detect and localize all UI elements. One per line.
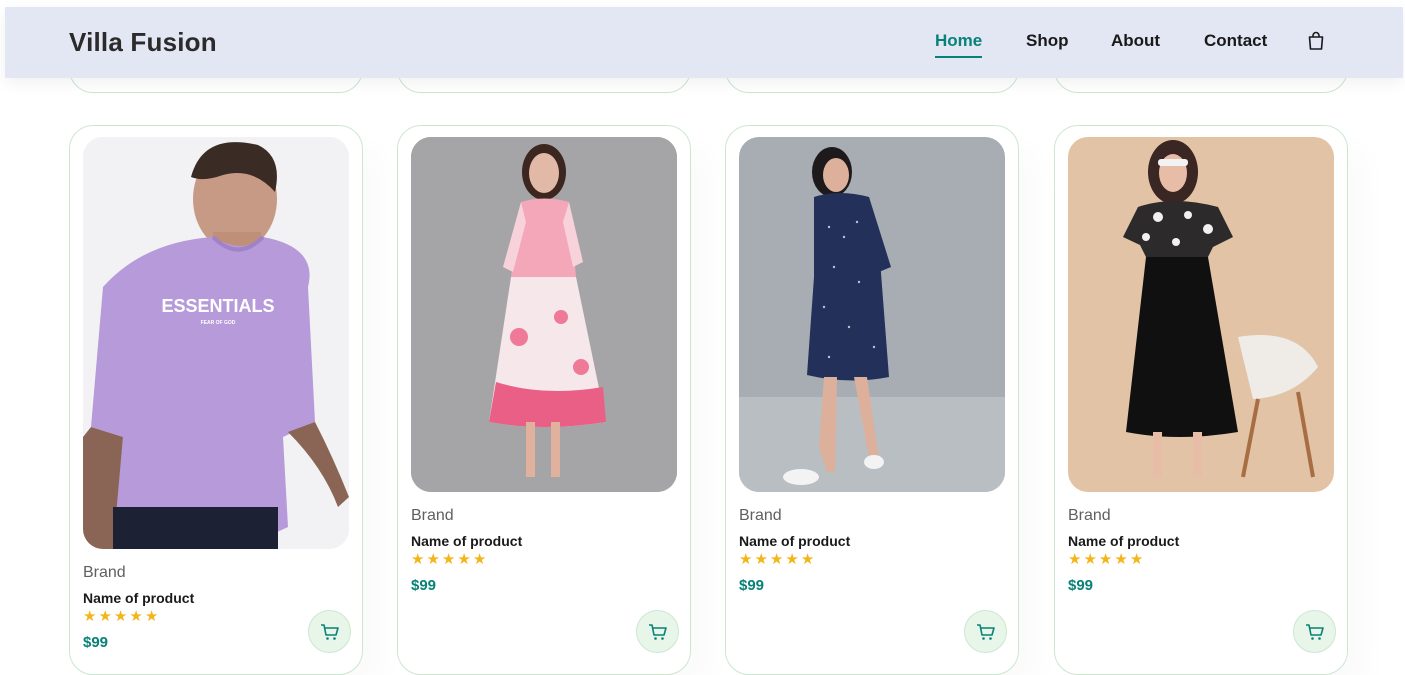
add-to-cart-button[interactable] [308,610,351,653]
top-navbar: Villa Fusion Home Shop About Contact [5,7,1403,78]
cart-icon [1305,623,1324,640]
nav-about[interactable]: About [1111,31,1160,51]
add-to-cart-button[interactable] [964,610,1007,653]
star-icon: ★ [83,608,97,625]
star-icon: ★ [1068,551,1082,568]
add-to-cart-button[interactable] [636,610,679,653]
product-brand: Brand [411,507,454,524]
product-card[interactable]: ESSENTIALS FEAR OF GOD Brand Name of pro… [69,125,363,675]
add-to-cart-button[interactable] [1293,610,1336,653]
product-name: Name of product [739,533,851,549]
nav-contact[interactable]: Contact [1204,31,1267,51]
star-icon: ★ [411,551,425,568]
product-description: Brand Name of product ★ ★ ★ ★ ★ $99 [411,507,522,594]
product-rating: ★ ★ ★ ★ ★ [411,552,522,568]
product-card[interactable]: Brand Name of product ★ ★ ★ ★ ★ $99 [1054,125,1348,675]
star-icon: ★ [113,608,128,625]
product-description: Brand Name of product ★ ★ ★ ★ ★ $99 [83,564,194,651]
shirt-print-subtext: FEAR OF GOD [201,320,236,326]
product-name: Name of product [411,533,523,549]
product-card[interactable]: Brand Name of product ★ ★ ★ ★ ★ $99 [397,125,691,675]
nav-home[interactable]: Home [935,31,983,58]
shirt-print-text: ESSENTIALS [161,296,274,316]
cart-icon [320,623,339,640]
star-icon: ★ [129,608,143,625]
star-icon: ★ [739,551,753,568]
product-image[interactable] [739,137,1005,492]
product-description: Brand Name of product ★ ★ ★ ★ ★ $99 [739,507,850,594]
product-price: $99 [739,577,765,594]
star-icon: ★ [441,551,456,568]
product-image[interactable] [1068,137,1334,492]
product-price: $99 [411,577,437,594]
product-name: Name of product [83,590,195,606]
star-icon: ★ [785,551,799,568]
star-icon: ★ [754,551,768,568]
product-name: Name of product [1068,533,1180,549]
product-rating: ★ ★ ★ ★ ★ [83,609,194,625]
star-icon: ★ [1129,551,1144,568]
cart-icon [976,623,995,640]
product-card[interactable]: Brand Name of product ★ ★ ★ ★ ★ $99 [725,125,1019,675]
product-brand: Brand [83,564,126,581]
star-icon: ★ [1083,551,1097,568]
star-icon: ★ [426,551,440,568]
product-image[interactable] [411,137,677,492]
shopping-bag-icon[interactable] [1307,31,1325,51]
star-icon: ★ [457,551,471,568]
product-brand: Brand [1068,507,1111,524]
star-icon: ★ [769,551,784,568]
star-icon: ★ [98,608,112,625]
cart-icon [648,623,667,640]
product-image[interactable]: ESSENTIALS FEAR OF GOD [83,137,349,549]
product-description: Brand Name of product ★ ★ ★ ★ ★ $99 [1068,507,1179,594]
product-rating: ★ ★ ★ ★ ★ [739,552,850,568]
star-icon: ★ [472,551,487,568]
star-icon: ★ [144,608,159,625]
site-logo[interactable]: Villa Fusion [69,27,217,58]
product-price: $99 [83,634,109,651]
star-icon: ★ [800,551,815,568]
star-icon: ★ [1098,551,1113,568]
product-brand: Brand [739,507,782,524]
product-price: $99 [1068,577,1094,594]
star-icon: ★ [1114,551,1128,568]
nav-shop[interactable]: Shop [1026,31,1069,51]
product-rating: ★ ★ ★ ★ ★ [1068,552,1179,568]
